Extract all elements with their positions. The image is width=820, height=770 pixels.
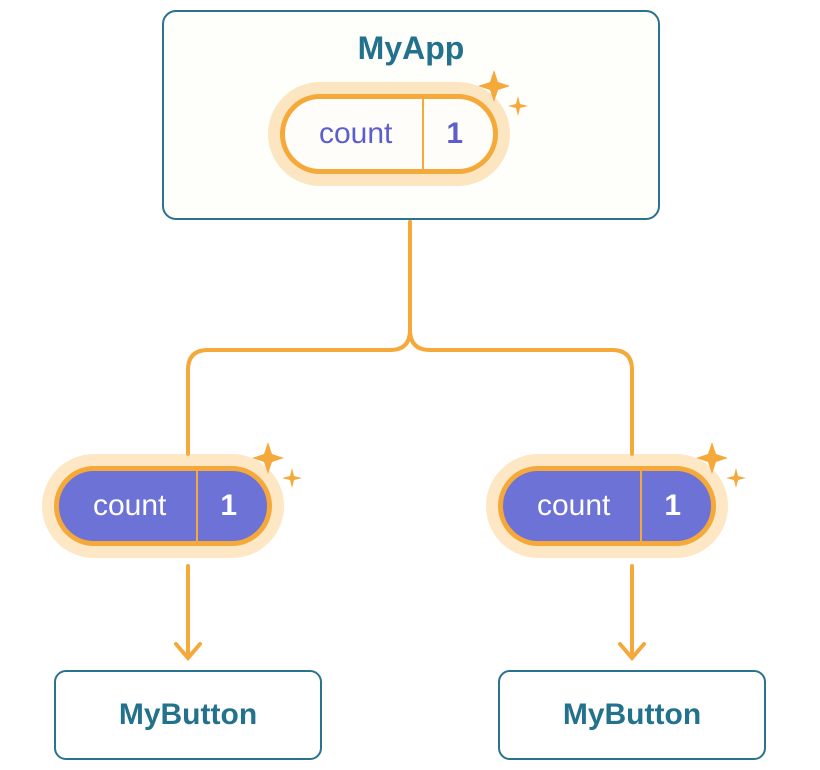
state-label: count xyxy=(285,99,422,169)
right-child-component-box: MyButton xyxy=(498,670,766,760)
sparkle-icon xyxy=(474,66,534,126)
prop-label: count xyxy=(59,471,196,541)
prop-label: count xyxy=(503,471,640,541)
left-child-component-box: MyButton xyxy=(54,670,322,760)
right-prop-pill: count 1 xyxy=(498,466,716,546)
parent-component-title: MyApp xyxy=(358,30,465,67)
sparkle-icon xyxy=(248,438,308,498)
component-tree-diagram: MyApp count 1 count 1 count 1 xyxy=(0,0,820,770)
left-prop-pill: count 1 xyxy=(54,466,272,546)
parent-state-pill: count 1 xyxy=(280,94,498,174)
sparkle-icon xyxy=(692,438,752,498)
child-component-title: MyButton xyxy=(119,698,257,732)
child-component-title: MyButton xyxy=(563,698,701,732)
